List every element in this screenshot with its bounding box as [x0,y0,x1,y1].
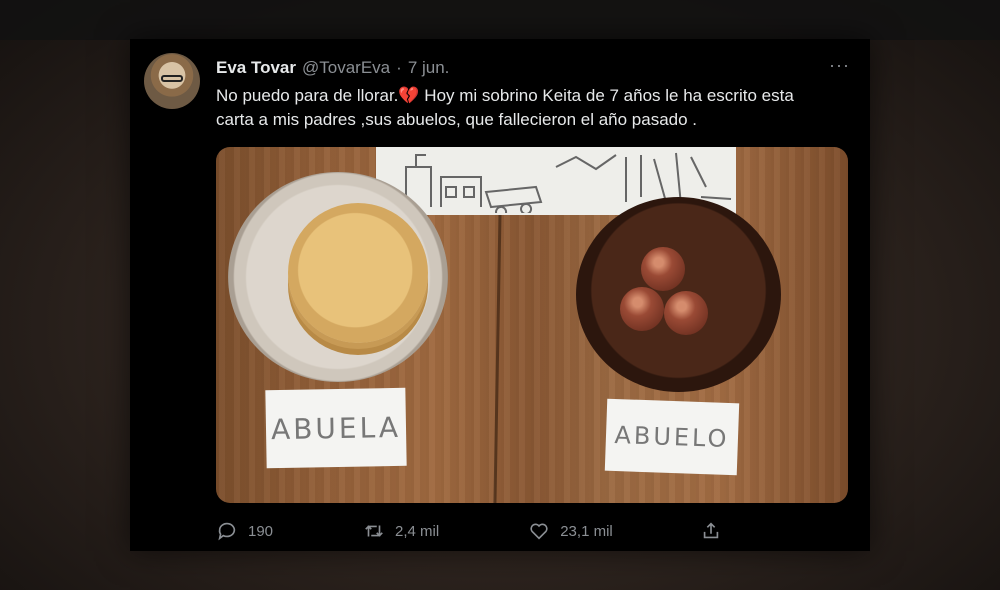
card-abuelo: ABUELO [604,398,740,476]
card-abuela: ABUELA [265,387,407,469]
share-button[interactable] [700,520,722,542]
separator-dot: · [396,58,402,77]
egg [664,291,708,335]
tweet-photo[interactable]: ABUELA ABUELO [216,147,848,503]
retweet-button[interactable]: 2,4 mil [363,520,439,542]
tweet-header: Eva Tovar @TovarEva · 7 jun. [216,58,449,80]
like-count: 23,1 mil [560,522,613,540]
author-handle[interactable]: @TovarEva [302,58,390,78]
retweet-icon [365,525,383,537]
avatar-glasses [161,75,183,82]
blurred-header-strip [0,0,1000,40]
more-icon[interactable]: ··· [829,55,850,76]
author-name[interactable]: Eva Tovar [216,58,296,78]
reply-button[interactable]: 190 [216,520,273,542]
tweet-date[interactable]: 7 jun. [408,58,450,78]
retweet-count: 2,4 mil [395,522,440,540]
like-button[interactable]: 23,1 mil [528,520,613,542]
tweet-text: No puedo para de llorar.💔 Hoy mi sobrino… [216,86,794,129]
tweet-actions: 190 2,4 mil 23,1 mil [216,519,756,543]
share-icon [703,522,718,539]
tweet-card[interactable]: Eva Tovar @TovarEva · 7 jun. ··· No pued… [130,39,870,551]
egg [620,287,664,331]
like-icon [530,523,548,540]
reply-icon [218,522,236,541]
avatar[interactable] [144,53,200,109]
egg [641,247,685,291]
reply-count: 190 [248,522,274,540]
cookies [288,203,428,343]
